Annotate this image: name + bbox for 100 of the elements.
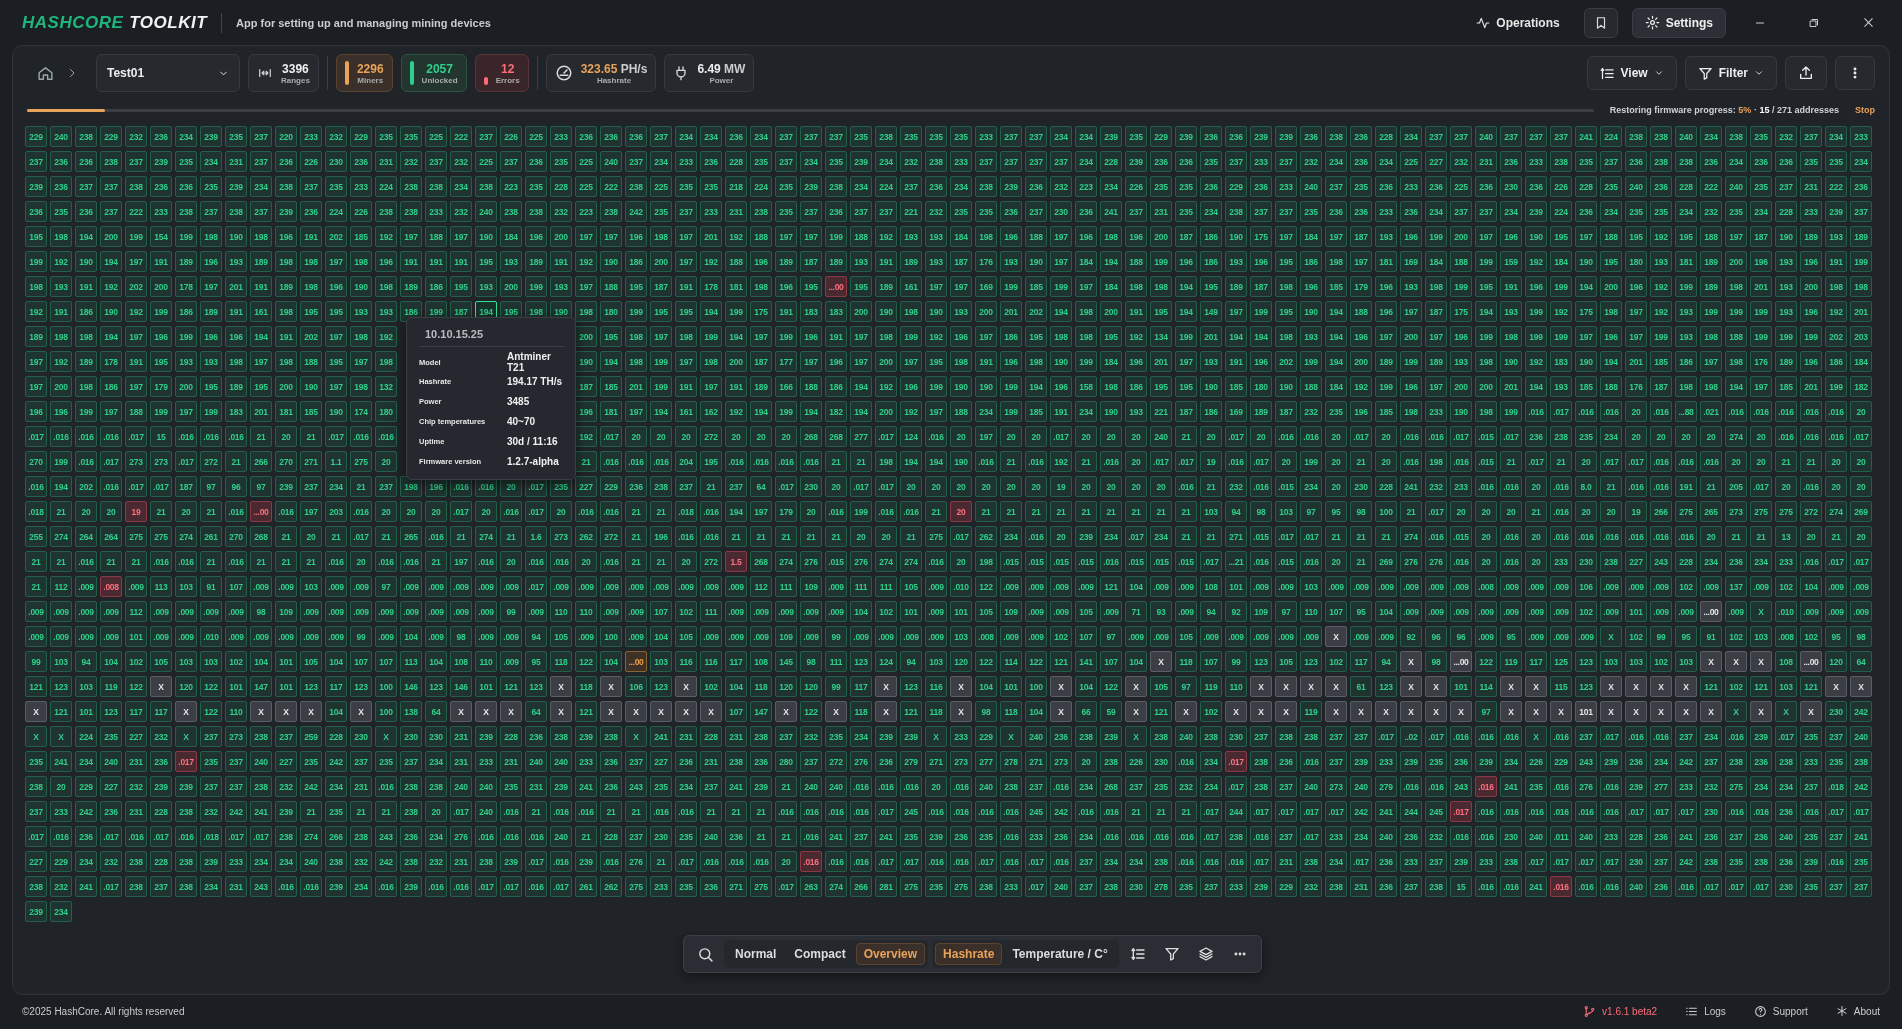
miner-tile[interactable]: 238 <box>600 201 622 222</box>
miner-tile[interactable]: .017 <box>1650 801 1672 822</box>
miner-tile[interactable]: 104 <box>1125 651 1147 672</box>
miner-tile[interactable]: 191 <box>975 351 997 372</box>
miner-tile[interactable]: 235 <box>550 151 572 172</box>
miner-tile[interactable]: 198 <box>275 251 297 272</box>
miner-tile[interactable]: 240 <box>550 826 572 847</box>
miner-tile[interactable]: 20 <box>1025 426 1047 447</box>
miner-tile[interactable]: 197 <box>575 226 597 247</box>
miner-tile[interactable]: .016 <box>1775 426 1797 447</box>
miner-tile[interactable]: 169 <box>975 276 997 297</box>
miner-tile[interactable]: 229 <box>1150 126 1172 147</box>
miner-tile[interactable]: 105 <box>1150 676 1172 697</box>
miner-tile[interactable]: 107 <box>225 576 247 597</box>
miner-tile[interactable]: 162 <box>700 401 722 422</box>
miner-tile[interactable]: .009 <box>175 601 197 622</box>
miner-tile[interactable]: .016 <box>1450 726 1472 747</box>
miner-tile[interactable]: 197 <box>1225 301 1247 322</box>
miner-tile[interactable]: 222 <box>600 176 622 197</box>
miner-tile[interactable]: 146 <box>450 676 472 697</box>
miner-tile[interactable]: 236 <box>1625 151 1647 172</box>
miner-tile[interactable]: 195 <box>325 301 347 322</box>
miner-tile[interactable]: 125 <box>1550 651 1572 672</box>
miner-tile[interactable]: 238 <box>1100 751 1122 772</box>
miner-tile[interactable]: .016 <box>225 426 247 447</box>
miner-tile[interactable]: 238 <box>1300 726 1322 747</box>
miner-tile[interactable]: 238 <box>100 151 122 172</box>
miner-tile[interactable]: X <box>1825 676 1847 697</box>
miner-tile[interactable]: 198 <box>650 226 672 247</box>
miner-tile[interactable]: 198 <box>375 276 397 297</box>
miner-tile[interactable]: 243 <box>1650 551 1672 572</box>
miner-tile[interactable]: 20 <box>1500 501 1522 522</box>
miner-tile[interactable]: 104 <box>1375 601 1397 622</box>
miner-tile[interactable]: 234 <box>1850 151 1872 172</box>
miner-tile[interactable]: .016 <box>1100 801 1122 822</box>
miner-tile[interactable]: 275 <box>950 876 972 897</box>
miner-tile[interactable]: .016 <box>1650 526 1672 547</box>
miner-tile[interactable]: 199 <box>1800 326 1822 347</box>
miner-tile[interactable]: 240 <box>975 776 997 797</box>
miner-tile[interactable]: 238 <box>825 176 847 197</box>
miner-tile[interactable]: 21 <box>1775 451 1797 472</box>
miner-tile[interactable]: .016 <box>1600 776 1622 797</box>
miner-tile[interactable]: 120 <box>775 676 797 697</box>
miner-tile[interactable]: 230 <box>1625 851 1647 872</box>
miner-tile[interactable]: .017 <box>1175 451 1197 472</box>
miner-tile[interactable]: 202 <box>1275 351 1297 372</box>
miner-tile[interactable]: 238 <box>400 201 422 222</box>
miner-tile[interactable]: 237 <box>125 151 147 172</box>
miner-tile[interactable]: .018 <box>25 501 47 522</box>
miner-tile[interactable]: 105 <box>1175 626 1197 647</box>
miner-tile[interactable]: .016 <box>1250 551 1272 572</box>
miner-tile[interactable]: 121 <box>1700 676 1722 697</box>
miner-tile[interactable]: 229 <box>50 851 72 872</box>
miner-tile[interactable]: 199 <box>900 326 922 347</box>
miner-tile[interactable]: .016 <box>900 501 922 522</box>
miner-tile[interactable]: 20 <box>1750 451 1772 472</box>
miner-tile[interactable]: 238 <box>25 776 47 797</box>
miner-tile[interactable]: 237 <box>1350 726 1372 747</box>
miner-tile[interactable]: 21 <box>775 776 797 797</box>
miner-tile[interactable]: 268 <box>250 526 272 547</box>
miner-tile[interactable]: 192 <box>1525 351 1547 372</box>
miner-tile[interactable]: X <box>875 701 897 722</box>
miner-tile[interactable]: .009 <box>750 626 772 647</box>
miner-tile[interactable]: 197 <box>700 376 722 397</box>
miner-tile[interactable]: .016 <box>700 851 722 872</box>
miner-tile[interactable]: 235 <box>1850 851 1872 872</box>
miner-tile[interactable]: 234 <box>325 776 347 797</box>
miner-tile[interactable]: 231 <box>450 751 472 772</box>
miner-tile[interactable]: 101 <box>950 601 972 622</box>
miner-tile[interactable]: 232 <box>900 151 922 172</box>
miner-tile[interactable]: 234 <box>1700 126 1722 147</box>
miner-tile[interactable]: 198 <box>25 276 47 297</box>
miner-tile[interactable]: 121 <box>1150 701 1172 722</box>
miner-tile[interactable]: .016 <box>600 851 622 872</box>
miner-tile[interactable]: 202 <box>325 226 347 247</box>
miner-tile[interactable]: 236 <box>675 751 697 772</box>
miner-tile[interactable]: 15 <box>150 426 172 447</box>
miner-tile[interactable]: 121 <box>1100 576 1122 597</box>
miner-tile[interactable]: .017 <box>500 876 522 897</box>
miner-tile[interactable]: X <box>1300 676 1322 697</box>
miner-tile[interactable]: 189 <box>1700 251 1722 272</box>
miner-tile[interactable]: 188 <box>125 401 147 422</box>
miner-tile[interactable]: .016 <box>925 801 947 822</box>
miner-tile[interactable]: 237 <box>1325 726 1347 747</box>
miner-tile[interactable]: .016 <box>525 826 547 847</box>
miner-tile[interactable]: 104 <box>325 651 347 672</box>
miner-tile[interactable]: 201 <box>1800 376 1822 397</box>
miner-tile[interactable]: 235 <box>1425 751 1447 772</box>
miner-tile[interactable]: 122 <box>125 676 147 697</box>
miner-tile[interactable]: 194 <box>600 351 622 372</box>
miner-tile[interactable]: 196 <box>650 526 672 547</box>
miner-tile[interactable]: .017 <box>525 851 547 872</box>
miner-tile[interactable]: 191 <box>400 251 422 272</box>
miner-tile[interactable]: .016 <box>1275 426 1297 447</box>
miner-tile[interactable]: 97 <box>1100 626 1122 647</box>
miner-tile[interactable]: 236 <box>400 826 422 847</box>
miner-tile[interactable]: .017 <box>550 876 572 897</box>
miner-tile[interactable]: .016 <box>1650 401 1672 422</box>
miner-tile[interactable]: 202 <box>300 326 322 347</box>
miner-tile[interactable]: 200 <box>1100 301 1122 322</box>
